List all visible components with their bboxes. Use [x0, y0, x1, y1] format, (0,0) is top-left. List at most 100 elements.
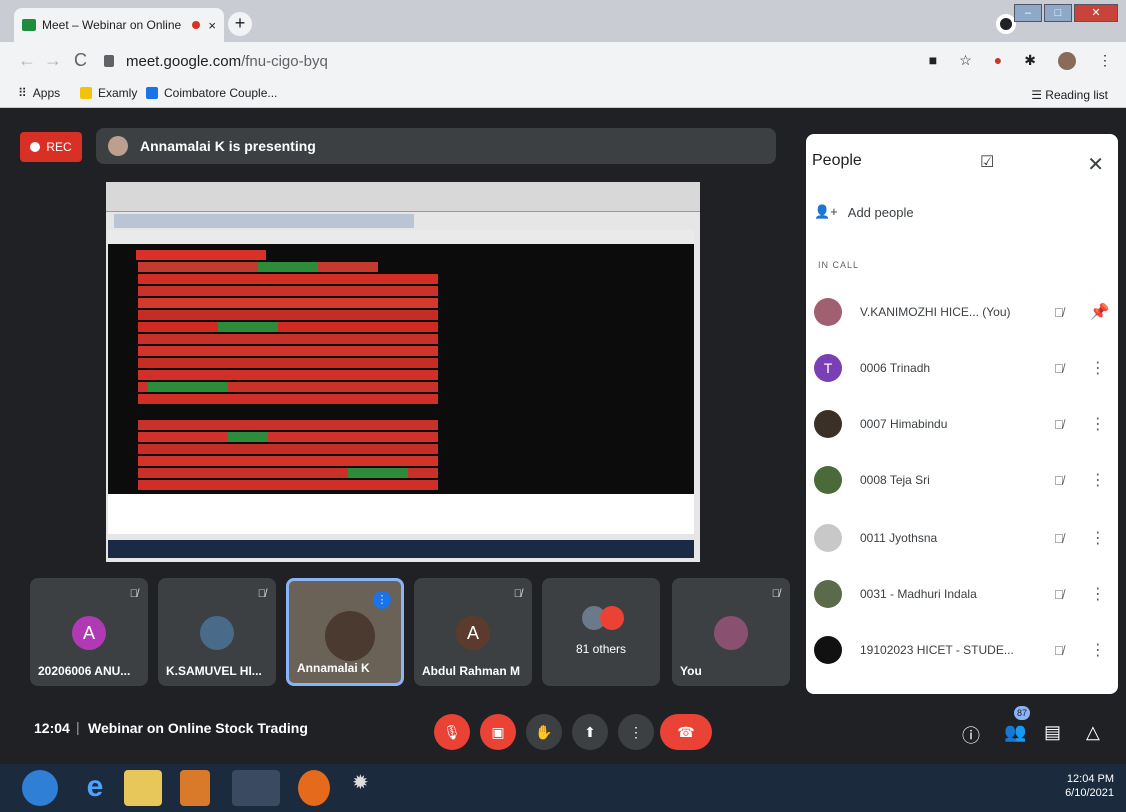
market-row — [138, 310, 438, 320]
meeting-details-icon[interactable]: ⓘ — [962, 722, 980, 748]
participant-tile-speaking[interactable]: ⋮ Annamalai K — [286, 578, 404, 686]
url-field[interactable]: meet.google.com /fnu-cigo-byq — [104, 48, 924, 74]
mic-off-icon: 🎙̸ — [129, 588, 138, 600]
internet-explorer-icon[interactable]: e — [76, 770, 114, 806]
raise-hand-button[interactable]: ✋ — [526, 714, 562, 750]
panel-close-button[interactable]: ✕ — [1087, 152, 1104, 177]
person-row[interactable]: 19102023 HICET - STUDE... 🎙̸ ⋮ — [814, 628, 1110, 672]
add-people-button[interactable]: 👤+ Add people — [814, 204, 914, 220]
person-avatar — [814, 466, 842, 494]
leave-call-button[interactable]: ☎ — [660, 714, 712, 750]
person-row[interactable]: 0008 Teja Sri 🎙̸ ⋮ — [814, 458, 1110, 502]
examly-icon — [80, 87, 92, 99]
speaking-indicator-icon: ⋮ — [373, 591, 391, 609]
record-dot-icon — [30, 142, 41, 152]
bookmark-star-icon[interactable]: ☆ — [959, 52, 972, 70]
system-clock[interactable]: 12:04 PM 6/10/2021 — [1065, 772, 1114, 800]
more-options-icon[interactable]: ⋮ — [1090, 470, 1106, 490]
media-player-icon[interactable] — [180, 770, 210, 806]
window-close-button[interactable]: ✕ — [1074, 4, 1118, 22]
minimize-button[interactable]: – — [1014, 4, 1042, 22]
forward-arrow-icon[interactable]: → — [44, 50, 62, 71]
reading-list-button[interactable]: ☰ Reading list — [1031, 88, 1108, 102]
person-row[interactable]: 0007 Himabindu 🎙̸ ⋮ — [814, 402, 1110, 446]
new-tab-button[interactable]: + — [228, 12, 252, 36]
person-avatar — [814, 524, 842, 552]
bookmark-coimbatore[interactable]: Coimbatore Couple... — [146, 86, 277, 100]
puzzle-icon[interactable]: ✱ — [1024, 52, 1036, 70]
chrome-icon[interactable] — [232, 770, 280, 806]
shared-screen-market-table — [108, 244, 694, 494]
participant-name: Abdul Rahman M — [422, 664, 520, 678]
profile-icon[interactable] — [996, 14, 1016, 34]
market-row — [218, 322, 278, 332]
others-tile[interactable]: 81 others — [542, 578, 660, 686]
add-person-icon: 👤+ — [814, 204, 838, 219]
person-name: 0007 Himabindu — [860, 417, 948, 431]
shared-screen[interactable] — [106, 182, 700, 562]
person-row[interactable]: V.KANIMOZHI HICE... (You) 🎙̸ 📌 — [814, 290, 1110, 334]
participant-avatar — [200, 616, 234, 650]
reload-icon[interactable]: C — [74, 50, 87, 71]
firefox-icon[interactable] — [298, 770, 330, 806]
participant-video — [325, 611, 375, 661]
extension-icon[interactable]: ● — [994, 52, 1002, 70]
people-icon[interactable]: 👥 — [1004, 722, 1026, 743]
url-path: /fnu-cigo-byq — [241, 52, 328, 70]
browser-window: Meet – Webinar on Online × + – □ ✕ ← → C… — [0, 0, 1126, 812]
person-avatar — [814, 410, 842, 438]
coimbatore-icon — [146, 87, 158, 99]
maximize-button[interactable]: □ — [1044, 4, 1072, 22]
self-tile[interactable]: 🎙̸ You — [672, 578, 790, 686]
pin-icon[interactable]: 📌 — [1090, 302, 1110, 322]
shared-screen-table-header — [108, 230, 694, 244]
person-row[interactable]: T 0006 Trinadh 🎙̸ ⋮ — [814, 346, 1110, 390]
present-screen-button[interactable]: ⬆ — [572, 714, 608, 750]
menu-kebab-icon[interactable]: ⋮ — [1098, 52, 1112, 70]
account-avatar[interactable] — [1058, 52, 1076, 70]
host-controls-icon[interactable]: ☑ — [980, 152, 994, 172]
participant-name: Annamalai K — [297, 661, 370, 675]
market-row — [348, 468, 408, 478]
tab-title: Meet – Webinar on Online — [42, 18, 182, 32]
activities-icon[interactable]: △ — [1086, 722, 1100, 743]
market-row — [138, 334, 438, 344]
person-row[interactable]: 0011 Jyothsna 🎙̸ ⋮ — [814, 516, 1110, 560]
camera-toggle-button[interactable]: ▣ — [480, 714, 516, 750]
window-controls: – □ ✕ — [1014, 4, 1118, 22]
panel-title: People — [812, 152, 862, 169]
settings-gear-icon[interactable]: ✹ — [352, 770, 374, 806]
chat-icon[interactable]: ▤ — [1044, 722, 1061, 743]
more-options-icon[interactable]: ⋮ — [1090, 358, 1106, 378]
more-options-button[interactable]: ⋮ — [618, 714, 654, 750]
bookmark-examly[interactable]: Examly — [80, 86, 137, 100]
mic-off-icon: 🎙̸ — [1054, 304, 1064, 320]
people-count-badge: 87 — [1014, 706, 1030, 720]
mic-off-icon: 🎙̸ — [513, 588, 522, 600]
participant-name: 20206006 ANU... — [38, 664, 131, 678]
clock-date: 6/10/2021 — [1065, 787, 1114, 799]
bookmark-apps[interactable]: ⠿ Apps — [18, 86, 60, 100]
participant-tile[interactable]: 🎙̸ K.SAMUVEL HI... — [158, 578, 276, 686]
camera-icon[interactable]: ■ — [929, 52, 937, 70]
browser-tab[interactable]: Meet – Webinar on Online × — [14, 8, 224, 42]
more-options-icon[interactable]: ⋮ — [1090, 584, 1106, 604]
person-row[interactable]: 0031 - Madhuri Indala 🎙̸ ⋮ — [814, 572, 1110, 616]
market-row — [138, 420, 438, 430]
participant-tile[interactable]: 🎙̸ A Abdul Rahman M — [414, 578, 532, 686]
add-people-label: Add people — [847, 204, 914, 220]
start-button-icon[interactable] — [22, 770, 58, 806]
participant-tile[interactable]: 🎙̸ A 20206006 ANU... — [30, 578, 148, 686]
tab-close-button[interactable]: × — [208, 18, 216, 33]
in-call-heading: IN CALL — [818, 260, 860, 270]
recording-indicator-icon — [192, 21, 201, 29]
mic-toggle-button[interactable]: 🎙 — [434, 714, 470, 750]
person-name: 0006 Trinadh — [860, 361, 931, 375]
more-options-icon[interactable]: ⋮ — [1090, 414, 1106, 434]
file-explorer-icon[interactable] — [124, 770, 162, 806]
back-arrow-icon[interactable]: ← — [18, 50, 36, 71]
participant-avatar: A — [456, 616, 490, 650]
more-options-icon[interactable]: ⋮ — [1090, 640, 1106, 660]
recording-badge[interactable]: REC — [20, 132, 82, 162]
more-options-icon[interactable]: ⋮ — [1090, 528, 1106, 548]
